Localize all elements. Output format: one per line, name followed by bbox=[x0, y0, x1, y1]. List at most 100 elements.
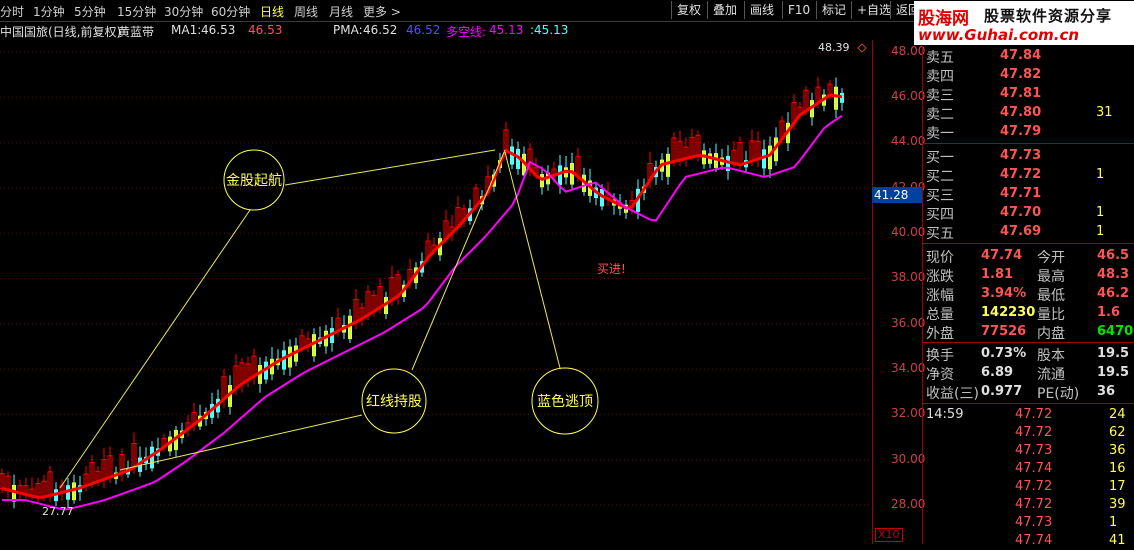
draw-line-button[interactable]: 画线 bbox=[744, 1, 779, 19]
fund-value: 0.73% bbox=[981, 346, 1027, 361]
pma-value: 46.52 bbox=[363, 23, 398, 37]
period-tab-1min[interactable]: 1分钟 bbox=[33, 3, 65, 20]
bid-price: 47.69 bbox=[1000, 224, 1042, 239]
tick-volume: 17 bbox=[1109, 479, 1126, 494]
y-tick: 36.00 bbox=[891, 316, 926, 330]
bid-price: 47.72 bbox=[1000, 167, 1042, 182]
diamond-marker-icon bbox=[857, 43, 867, 53]
high-price-label: 48.39 bbox=[818, 41, 850, 54]
tick-price: 47.74 bbox=[1015, 461, 1053, 476]
tick-row: 47.73 1 bbox=[923, 514, 1134, 532]
tick-volume: 62 bbox=[1109, 425, 1126, 440]
annotation-text-2: 红线持股 bbox=[366, 394, 422, 410]
divider bbox=[923, 403, 1134, 404]
y-tick: 44.00 bbox=[891, 134, 926, 148]
ma1-value: 46.53 bbox=[201, 23, 236, 37]
bid-volume: 1 bbox=[1096, 167, 1105, 182]
tick-volume: 41 bbox=[1109, 533, 1126, 548]
period-tab-5min[interactable]: 5分钟 bbox=[74, 3, 106, 20]
tick-row: 47.72 39 bbox=[923, 496, 1134, 514]
y-tick: 30.00 bbox=[891, 452, 926, 466]
stat-value: 6470 bbox=[1097, 324, 1134, 339]
fund-label: 收益(三) bbox=[926, 386, 979, 402]
stat-row: 涨幅 3.94% 最低 46.2 bbox=[923, 284, 1134, 304]
stat-value: 1.81 bbox=[981, 267, 1014, 282]
zoom-label[interactable]: X10 bbox=[875, 528, 903, 542]
stat-label: 涨幅 bbox=[926, 288, 954, 304]
y-tick: 40.00 bbox=[891, 225, 926, 239]
bid-row[interactable]: 买四 47.70 1 bbox=[923, 203, 1134, 223]
stat-label: 内盘 bbox=[1037, 326, 1065, 342]
stat-label: 涨跌 bbox=[926, 269, 954, 285]
tick-time: 14:59 bbox=[926, 407, 964, 422]
brand-slogan: 股票软件资源分享 bbox=[984, 7, 1113, 25]
ask-price: 47.81 bbox=[1000, 86, 1042, 101]
y-tick: 38.00 bbox=[891, 270, 926, 284]
dk-label: 多空线: bbox=[446, 25, 487, 39]
dk-value-2: :45.13 bbox=[530, 23, 569, 37]
restore-rights-button[interactable]: 复权 bbox=[671, 1, 706, 19]
stat-label: 最低 bbox=[1037, 288, 1065, 304]
annotation-arrow bbox=[284, 149, 496, 186]
divider bbox=[923, 342, 1134, 343]
stat-row: 总量 142230 量比 1.6 bbox=[923, 303, 1134, 323]
tick-price: 47.72 bbox=[1015, 497, 1053, 512]
stat-value: 46.5 bbox=[1097, 248, 1130, 263]
stat-value: 46.2 bbox=[1097, 286, 1130, 301]
stat-label: 外盘 bbox=[926, 326, 954, 342]
tick-row: 47.72 17 bbox=[923, 478, 1134, 496]
tick-volume: 24 bbox=[1109, 407, 1126, 422]
ask-row[interactable]: 卖一 47.79 bbox=[923, 122, 1134, 142]
period-tab-daily[interactable]: 日线 bbox=[260, 3, 284, 20]
period-tab-monthly[interactable]: 月线 bbox=[329, 3, 353, 20]
bid-row[interactable]: 买三 47.71 bbox=[923, 184, 1134, 204]
period-tab-15min[interactable]: 15分钟 bbox=[117, 3, 156, 20]
fund-value: 19.5 bbox=[1097, 365, 1130, 380]
overlay-button[interactable]: 叠加 bbox=[707, 1, 742, 19]
ask-label: 卖三 bbox=[926, 88, 954, 104]
period-tab-60min[interactable]: 60分钟 bbox=[211, 3, 250, 20]
kline-chart[interactable]: 金股起航 红线持股 蓝色逃顶 买进! 48.39 27.77 bbox=[0, 40, 872, 544]
ask-price: 47.80 bbox=[1000, 105, 1042, 120]
tick-row: 47.74 41 bbox=[923, 532, 1134, 550]
mark-button[interactable]: 标记 bbox=[816, 1, 851, 19]
brand-url: www.Guhai.com.cn bbox=[918, 26, 1080, 44]
stat-label: 总量 bbox=[926, 307, 954, 323]
stat-label: 量比 bbox=[1037, 307, 1065, 323]
ask-row[interactable]: 卖二 47.80 31 bbox=[923, 103, 1134, 123]
period-tab-30min[interactable]: 30分钟 bbox=[164, 3, 203, 20]
tick-price: 47.73 bbox=[1015, 443, 1053, 458]
period-tab-more[interactable]: 更多 > bbox=[363, 3, 401, 20]
tick-row: 47.73 36 bbox=[923, 442, 1134, 460]
bid-row[interactable]: 买五 47.69 1 bbox=[923, 222, 1134, 242]
y-tick: 28.00 bbox=[891, 497, 926, 511]
fund-label: PE(动) bbox=[1037, 386, 1080, 402]
quote-panel: 卖五 47.84 卖四 47.82 卖三 47.81 卖二 47.80 31 卖一 47.79 买一 4… bbox=[922, 46, 1134, 548]
ask-row[interactable]: 卖四 47.82 bbox=[923, 65, 1134, 85]
period-tab-intraday[interactable]: 分时 bbox=[0, 3, 24, 20]
period-tab-weekly[interactable]: 周线 bbox=[294, 3, 318, 20]
fund-value: 6.89 bbox=[981, 365, 1014, 380]
ma1-label: MA1: bbox=[171, 23, 202, 37]
bid-row[interactable]: 买二 47.72 1 bbox=[923, 165, 1134, 185]
tick-price: 47.72 bbox=[1015, 479, 1053, 494]
stat-value: 3.94% bbox=[981, 286, 1027, 301]
bid-row[interactable]: 买一 47.73 bbox=[923, 146, 1134, 166]
y-tick: 48.00 bbox=[891, 44, 926, 58]
f10-button[interactable]: F10 bbox=[782, 1, 815, 19]
fund-value: 0.977 bbox=[981, 384, 1023, 399]
tick-price: 47.74 bbox=[1015, 533, 1053, 548]
fund-value: 19.5 bbox=[1097, 346, 1130, 361]
tick-volume: 36 bbox=[1109, 443, 1126, 458]
ask-row[interactable]: 卖三 47.81 bbox=[923, 84, 1134, 104]
ask-row[interactable]: 卖五 47.84 bbox=[923, 46, 1134, 66]
tick-volume: 1 bbox=[1109, 515, 1118, 530]
bid-volume: 1 bbox=[1096, 224, 1105, 239]
ma1-value-2: 46.53 bbox=[248, 23, 283, 37]
bid-label: 买一 bbox=[926, 150, 954, 166]
fund-label: 换手 bbox=[926, 348, 954, 364]
annotation-text-3: 蓝色逃顶 bbox=[537, 393, 593, 410]
bid-price: 47.70 bbox=[1000, 205, 1042, 220]
divider bbox=[923, 143, 1134, 144]
divider bbox=[923, 243, 1134, 244]
